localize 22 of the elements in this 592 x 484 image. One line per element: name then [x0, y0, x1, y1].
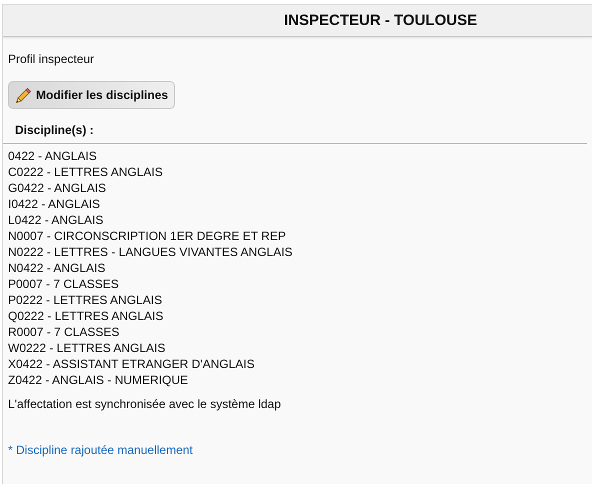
- discipline-item: P0007 - 7 CLASSES: [8, 276, 120, 292]
- discipline-item: 0422 - ANGLAIS: [8, 148, 98, 164]
- footnote: * Discipline rajoutée manuellement: [8, 442, 194, 458]
- discipline-item: I0422 - ANGLAIS: [8, 196, 102, 212]
- discipline-item: N0422 - ANGLAIS: [8, 260, 106, 276]
- discipline-item: Z0422 - ANGLAIS - NUMERIQUE: [8, 372, 190, 388]
- discipline-item: P0222 - LETTRES ANGLAIS: [8, 292, 164, 308]
- discipline-item: N0007 - CIRCONSCRIPTION 1ER DEGRE ET REP: [8, 228, 287, 244]
- discipline-item: Q0222 - LETTRES ANGLAIS: [8, 308, 164, 324]
- section-heading: Discipline(s) :: [3, 119, 587, 144]
- pencil-icon: [15, 87, 31, 103]
- discipline-item: G0422 - ANGLAIS: [8, 180, 108, 196]
- profile-label: Profil inspecteur: [8, 51, 96, 67]
- discipline-item: C0222 - LETTRES ANGLAIS: [8, 164, 164, 180]
- discipline-item: N0222 - LETTRES - LANGUES VIVANTES ANGLAIS: [8, 244, 294, 260]
- discipline-item: R0007 - 7 CLASSES: [8, 324, 120, 340]
- panel-title: INSPECTEUR - TOULOUSE: [284, 12, 478, 29]
- sync-note: L'affectation est synchronisée avec le système ldap: [8, 396, 282, 412]
- discipline-item: L0422 - ANGLAIS: [8, 212, 104, 228]
- edit-disciplines-button[interactable]: Modifier les disciplines: [8, 81, 176, 109]
- discipline-item: W0222 - LETTRES ANGLAIS: [8, 340, 166, 356]
- discipline-item: X0422 - ASSISTANT ETRANGER D'ANGLAIS: [8, 356, 256, 372]
